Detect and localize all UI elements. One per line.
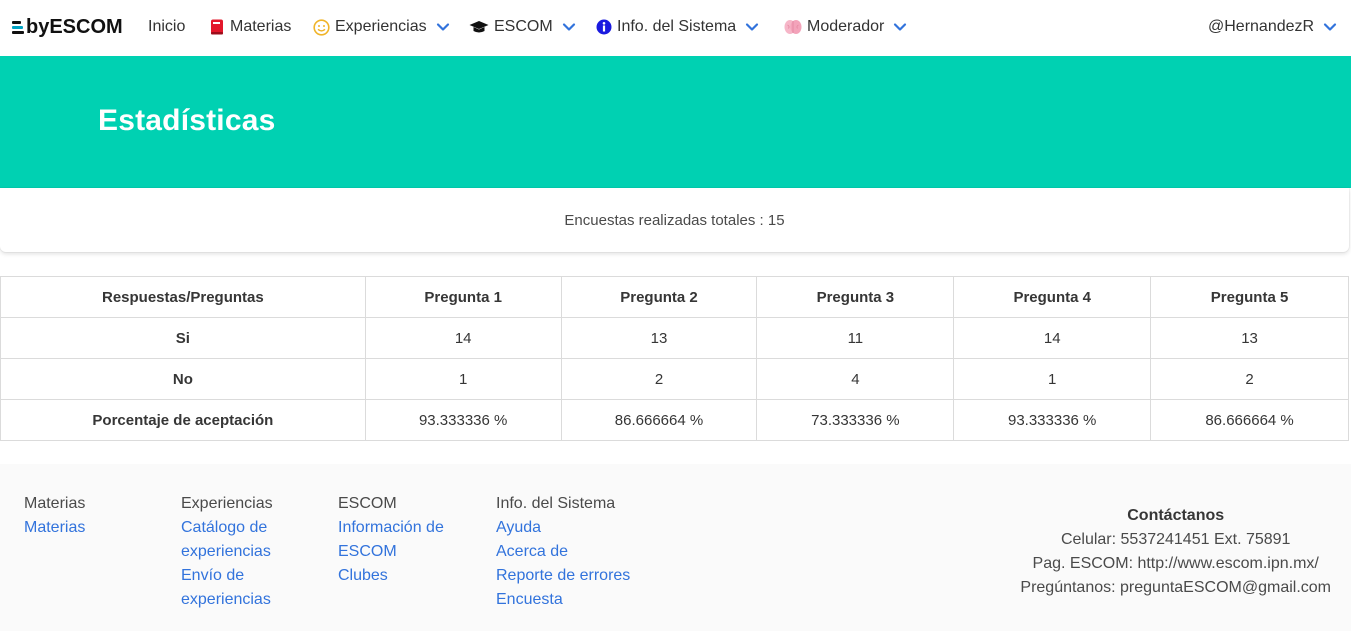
table-cell: 14 <box>953 317 1152 359</box>
nav-item-label: Inicio <box>148 18 186 35</box>
chevron-down-icon <box>562 22 576 32</box>
row-label: Porcentaje de aceptación <box>0 399 366 441</box>
hero-banner: Estadísticas <box>0 56 1351 188</box>
footer-link-reporte-errores[interactable]: Reporte de errores <box>496 564 630 588</box>
brand-name: byESCOM <box>26 16 123 38</box>
nav-item-label: Experiencias <box>335 18 427 35</box>
footer-link-acerca-de[interactable]: Acerca de <box>496 540 630 564</box>
table-cell: 2 <box>1150 358 1349 400</box>
column-header: Pregunta 4 <box>953 276 1152 318</box>
row-label: No <box>0 358 366 400</box>
table-cell: 93.333336 % <box>953 399 1152 441</box>
footer-link-line: Catálogo de <box>181 519 268 536</box>
footer-column-materias: Materias Materias <box>24 492 85 540</box>
nav-item-label: Info. del Sistema <box>617 18 737 35</box>
contact-page: Pag. ESCOM: http://www.escom.ipn.mx/ <box>1032 555 1319 572</box>
table-cell: 73.333336 % <box>756 399 955 441</box>
chevron-down-icon <box>1323 22 1337 32</box>
footer-link-line: experiencias <box>181 591 271 608</box>
nav-item-experiencias[interactable]: Experiencias <box>313 18 450 36</box>
table-cell: 1 <box>364 358 562 400</box>
page-title: Estadísticas <box>98 104 276 137</box>
total-surveys-text: Encuestas realizadas totales : 15 <box>564 212 785 229</box>
footer-column-info-sistema: Info. del Sistema Ayuda Acerca de Report… <box>496 492 630 612</box>
column-header: Respuestas/Preguntas <box>0 276 366 318</box>
table-cell: 86.666664 % <box>560 399 758 441</box>
column-header: Pregunta 2 <box>560 276 758 318</box>
footer-link-catalogo-experiencias[interactable]: Catálogo de experiencias <box>181 516 273 564</box>
column-header: Pregunta 1 <box>364 276 562 318</box>
column-header: Pregunta 5 <box>1150 276 1349 318</box>
contact-phone: Celular: 5537241451 Ext. 75891 <box>1060 531 1291 548</box>
user-menu[interactable]: @HernandezR <box>1208 18 1337 36</box>
chevron-down-icon <box>745 22 759 32</box>
table-cell: 13 <box>560 317 758 359</box>
nav-item-moderador[interactable]: Moderador <box>784 18 907 36</box>
nav-item-escom[interactable]: ESCOM <box>469 18 576 36</box>
stats-table: Respuestas/Preguntas Pregunta 1 Pregunta… <box>0 276 1349 441</box>
table-cell: 1 <box>953 358 1152 400</box>
footer-link-clubes[interactable]: Clubes <box>338 564 444 588</box>
footer-link-line: experiencias <box>181 543 271 560</box>
smile-icon <box>313 18 330 36</box>
table-cell: 86.666664 % <box>1150 399 1349 441</box>
nav-item-inicio[interactable]: Inicio <box>148 18 185 36</box>
footer-column-title: Experiencias <box>181 495 273 512</box>
footer-link-line: Envío de <box>181 567 245 584</box>
footer-column-title: Materias <box>24 495 86 512</box>
table-row: Si 14 13 11 14 13 <box>0 317 1349 359</box>
nav-item-materias[interactable]: Materias <box>210 18 291 36</box>
footer-column-experiencias: Experiencias Catálogo de experiencias En… <box>181 492 273 612</box>
info-circle-icon <box>596 19 612 35</box>
navbar: byESCOM Inicio Materias Experiencias ESC… <box>0 0 1351 56</box>
book-icon <box>210 19 225 36</box>
summary-card: Encuestas realizadas totales : 15 <box>0 188 1349 252</box>
table-row: Porcentaje de aceptación 93.333336 % 86.… <box>0 399 1349 441</box>
brain-icon <box>784 19 802 35</box>
footer: Materias Materias Experiencias Catálogo … <box>0 464 1351 631</box>
table-header-row: Respuestas/Preguntas Pregunta 1 Pregunta… <box>0 276 1349 318</box>
table-cell: 14 <box>364 317 562 359</box>
brand-logo[interactable]: byESCOM <box>12 16 123 39</box>
nav-item-label: Materias <box>230 18 292 35</box>
footer-column-escom: ESCOM Información de ESCOM Clubes <box>338 492 444 588</box>
nav-item-label: Moderador <box>807 18 885 35</box>
column-header: Pregunta 3 <box>756 276 955 318</box>
table-cell: 93.333336 % <box>364 399 562 441</box>
table-cell: 11 <box>756 317 955 359</box>
table-cell: 13 <box>1150 317 1349 359</box>
chevron-down-icon <box>893 22 907 32</box>
table-cell: 4 <box>756 358 955 400</box>
user-name: @HernandezR <box>1208 18 1315 35</box>
footer-link-informacion-escom[interactable]: Información de ESCOM <box>338 516 444 564</box>
footer-link-envio-experiencias[interactable]: Envío de experiencias <box>181 564 273 612</box>
table-cell: 2 <box>560 358 758 400</box>
footer-link-encuesta[interactable]: Encuesta <box>496 588 630 612</box>
row-label: Si <box>0 317 366 359</box>
footer-column-title: ESCOM <box>338 495 397 512</box>
logo-icon <box>12 20 24 35</box>
contact-title: Contáctanos <box>1127 507 1225 524</box>
contact-block: Contáctanos Celular: 5537241451 Ext. 758… <box>1020 504 1331 600</box>
footer-column-title: Info. del Sistema <box>496 495 616 512</box>
footer-link-ayuda[interactable]: Ayuda <box>496 516 630 540</box>
footer-link-line: Información de <box>338 519 444 536</box>
contact-email: Pregúntanos: preguntaESCOM@gmail.com <box>1020 579 1331 596</box>
table-row: No 1 2 4 1 2 <box>0 358 1349 400</box>
footer-link-materias[interactable]: Materias <box>24 516 85 540</box>
footer-link-line: ESCOM <box>338 543 397 560</box>
chevron-down-icon <box>436 22 450 32</box>
nav-item-label: ESCOM <box>494 18 553 35</box>
nav-item-info-sistema[interactable]: Info. del Sistema <box>596 18 759 36</box>
graduation-cap-icon <box>469 20 489 35</box>
